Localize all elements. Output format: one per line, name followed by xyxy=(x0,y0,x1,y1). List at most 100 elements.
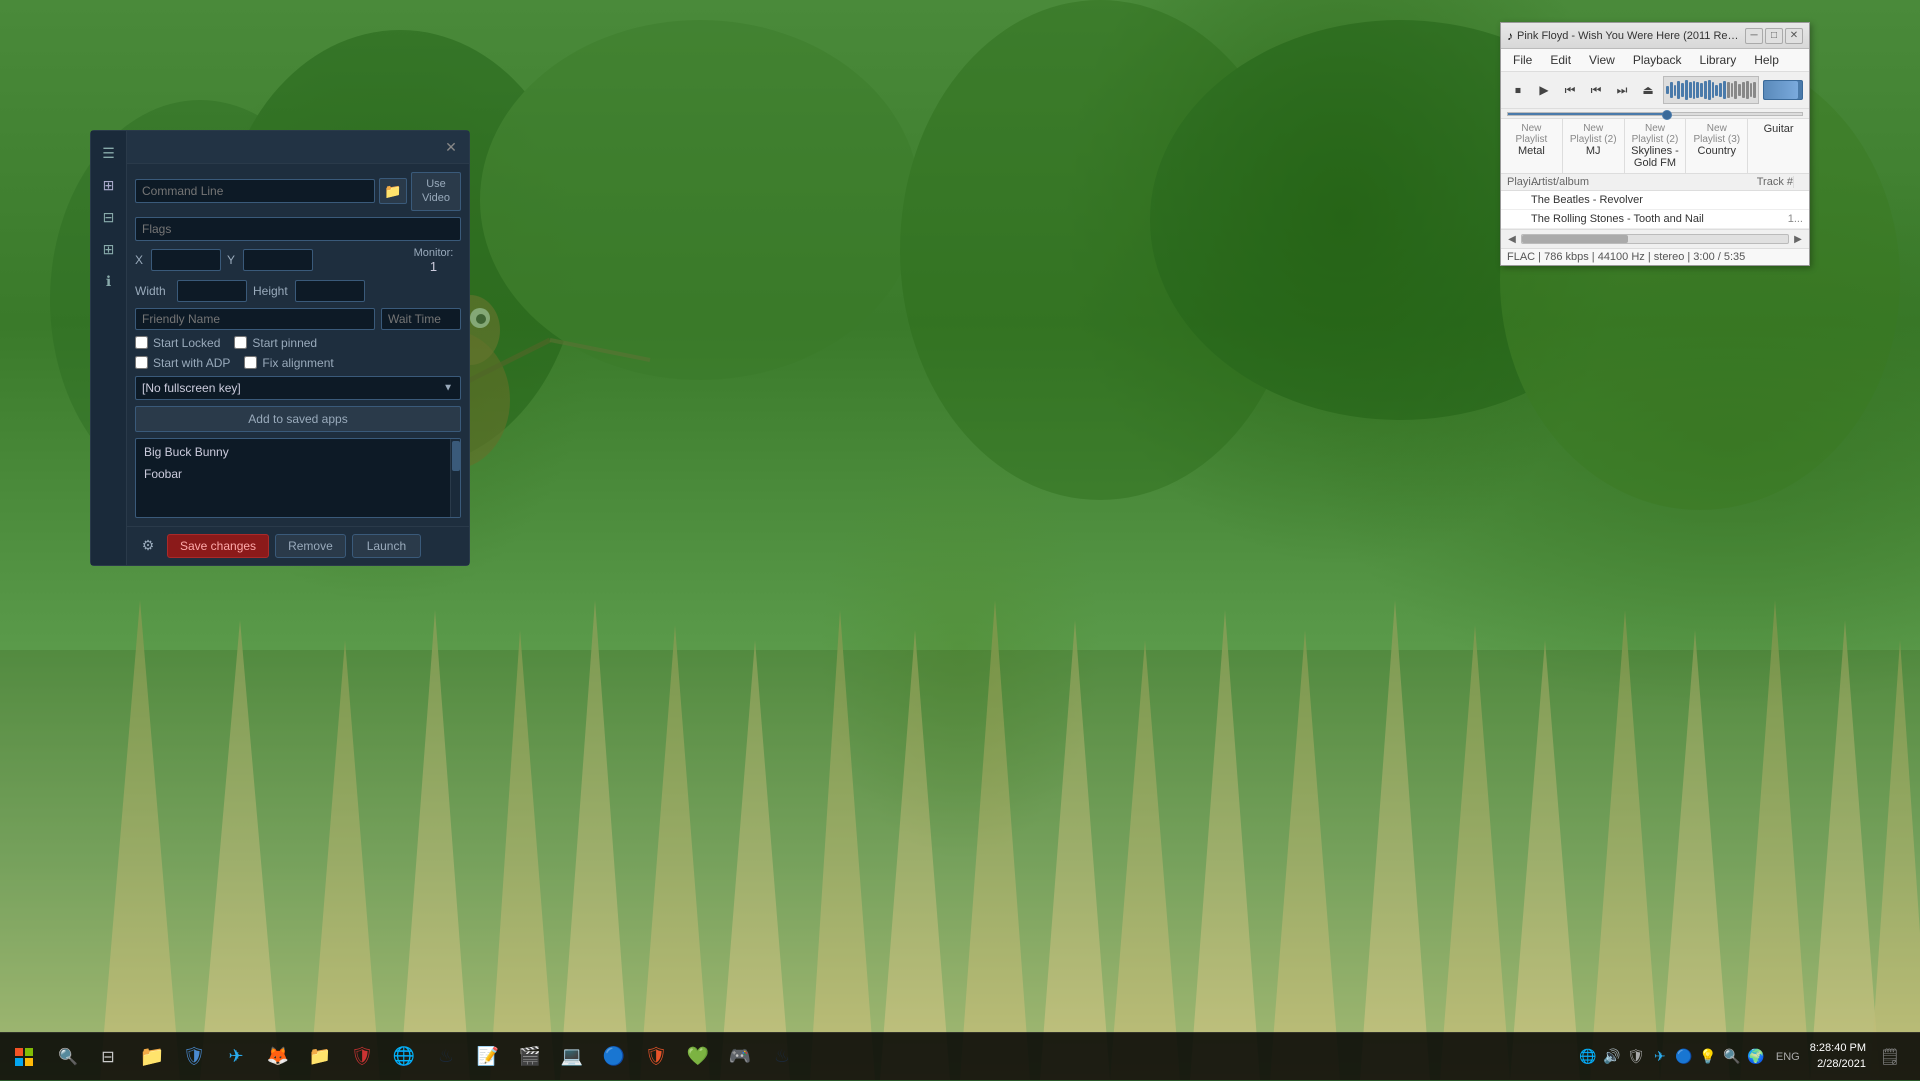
tray-msg-icon[interactable]: ✈ xyxy=(1650,1047,1670,1067)
y-input[interactable] xyxy=(243,249,313,271)
taskbar-icon-folder[interactable]: 📁 xyxy=(300,1037,340,1077)
command-line-input[interactable] xyxy=(135,179,375,203)
taskbar-icon-file-explorer[interactable]: 📁 xyxy=(132,1037,172,1077)
tray-shield-icon[interactable]: 🛡 xyxy=(1626,1047,1646,1067)
player-menu-playback[interactable]: Playback xyxy=(1625,51,1690,69)
playlist-tab-guitar[interactable]: Guitar xyxy=(1748,119,1809,173)
taskbar-icon-telegram[interactable]: ✈ xyxy=(216,1037,256,1077)
sidebar-settings-btn[interactable]: ⊞ xyxy=(94,235,124,263)
apps-list-scrollbar[interactable] xyxy=(450,439,460,517)
playlist-tab-metal[interactable]: New Playlist Metal xyxy=(1501,119,1563,173)
track-list-scrollbar[interactable] xyxy=(1793,176,1803,188)
tray-earth-icon[interactable]: 🌍 xyxy=(1746,1047,1766,1067)
sidebar-info-btn[interactable]: ℹ xyxy=(94,267,124,295)
panel-close-btn[interactable]: ✕ xyxy=(441,137,461,157)
taskbar-search-btn[interactable]: 🔍 xyxy=(48,1037,88,1077)
wave-seg xyxy=(1712,82,1715,97)
taskbar-icon-shield2[interactable]: 🛡 xyxy=(342,1037,382,1077)
tray-vpn-icon[interactable]: 🔵 xyxy=(1674,1047,1694,1067)
play-button[interactable]: ▶ xyxy=(1533,80,1555,100)
start-pinned-input[interactable] xyxy=(234,336,247,349)
fix-alignment-checkbox[interactable]: Fix alignment xyxy=(244,356,333,370)
stop-button[interactable]: ⏹ xyxy=(1507,80,1529,100)
taskbar-icon-steam2[interactable]: ♨ xyxy=(762,1037,802,1077)
player-menu-edit[interactable]: Edit xyxy=(1542,51,1579,69)
player-menu-view[interactable]: View xyxy=(1581,51,1623,69)
taskbar-icon-video[interactable]: 🎬 xyxy=(510,1037,550,1077)
prev-track-button[interactable]: ⏮ xyxy=(1585,80,1607,100)
player-menu-library[interactable]: Library xyxy=(1692,51,1745,69)
start-locked-checkbox[interactable]: Start Locked xyxy=(135,336,220,350)
panel-main-content: ✕ 📁 Use Video X xyxy=(127,131,469,565)
scroll-left-arrow[interactable]: ◀ xyxy=(1505,232,1519,246)
taskbar-icon-game[interactable]: 🎮 xyxy=(720,1037,760,1077)
remove-button[interactable]: Remove xyxy=(275,534,346,558)
waveform-bar[interactable] xyxy=(1663,76,1759,104)
app-item-foobar[interactable]: Foobar xyxy=(136,463,460,485)
wave-seg xyxy=(1715,85,1718,96)
taskbar-icon-green[interactable]: 💚 xyxy=(678,1037,718,1077)
wait-time-input[interactable] xyxy=(381,308,461,330)
browse-button[interactable]: 📁 xyxy=(379,178,407,204)
fullscreen-key-row: [No fullscreen key] ▼ xyxy=(135,376,461,400)
taskbar-icon-word[interactable]: 📝 xyxy=(468,1037,508,1077)
sidebar-menu-btn[interactable]: ☰ xyxy=(94,139,124,167)
height-input[interactable] xyxy=(295,280,365,302)
start-button[interactable] xyxy=(0,1033,48,1081)
taskbar-icon-steam[interactable]: ♨ xyxy=(426,1037,466,1077)
add-saved-apps-button[interactable]: Add to saved apps xyxy=(135,406,461,432)
language-indicator[interactable]: ENG xyxy=(1772,1051,1804,1063)
tray-sound-icon[interactable]: 🔊 xyxy=(1602,1047,1622,1067)
next-button[interactable]: ⏭ xyxy=(1611,80,1633,100)
start-locked-input[interactable] xyxy=(135,336,148,349)
launch-button[interactable]: Launch xyxy=(352,534,421,558)
notifications-button[interactable]: 🗒 xyxy=(1872,1039,1908,1075)
player-menu-file[interactable]: File xyxy=(1505,51,1540,69)
sidebar-apps-btn[interactable]: ⊞ xyxy=(94,171,124,199)
taskbar-clock[interactable]: 8:28:40 PM 2/28/2021 xyxy=(1810,1041,1866,1072)
taskbar-icon-terminal[interactable]: 💻 xyxy=(552,1037,592,1077)
tray-bulb-icon[interactable]: 💡 xyxy=(1698,1047,1718,1067)
horizontal-scrollbar[interactable] xyxy=(1521,234,1789,244)
taskbar-icon-proton[interactable]: 🛡 xyxy=(636,1037,676,1077)
playlist-tab-mj[interactable]: New Playlist (2) MJ xyxy=(1563,119,1625,173)
playlist-tab-country[interactable]: New Playlist (3) Country xyxy=(1686,119,1748,173)
start-pinned-checkbox[interactable]: Start pinned xyxy=(234,336,317,350)
start-adp-checkbox[interactable]: Start with ADP xyxy=(135,356,230,370)
playlist-tab-skylines[interactable]: New Playlist (2) Skylines - Gold FM xyxy=(1625,119,1687,173)
taskbar-icon-ps[interactable]: 🔵 xyxy=(594,1037,634,1077)
progress-thumb xyxy=(1662,110,1672,120)
volume-control[interactable] xyxy=(1763,80,1803,100)
track-row-beatles[interactable]: The Beatles - Revolver xyxy=(1501,191,1809,210)
player-menu-help[interactable]: Help xyxy=(1746,51,1787,69)
sidebar-display-btn[interactable]: ⊟ xyxy=(94,203,124,231)
col-artist: Artist/album xyxy=(1531,176,1733,188)
taskbar-icon-shield[interactable]: 🛡 xyxy=(174,1037,214,1077)
track-row-rolling-stones[interactable]: The Rolling Stones - Tooth and Nail 1... xyxy=(1501,210,1809,229)
start-adp-input[interactable] xyxy=(135,356,148,369)
scroll-right-arrow[interactable]: ▶ xyxy=(1791,232,1805,246)
prev-button[interactable]: ⏮ xyxy=(1559,80,1581,100)
fix-alignment-input[interactable] xyxy=(244,356,257,369)
tray-network-icon[interactable]: 🌐 xyxy=(1578,1047,1598,1067)
save-changes-button[interactable]: Save changes xyxy=(167,534,269,558)
x-input[interactable] xyxy=(151,249,221,271)
fullscreen-key-select[interactable]: [No fullscreen key] xyxy=(135,376,461,400)
taskbar-icon-edge[interactable]: 🌐 xyxy=(384,1037,424,1077)
app-item-big-buck-bunny[interactable]: Big Buck Bunny xyxy=(136,441,460,463)
tray-search-icon[interactable]: 🔍 xyxy=(1722,1047,1742,1067)
player-close-btn[interactable]: ✕ xyxy=(1785,28,1803,44)
taskbar-taskview-btn[interactable]: ⊟ xyxy=(88,1037,128,1077)
flags-input[interactable] xyxy=(135,217,461,241)
progress-container[interactable] xyxy=(1663,76,1759,104)
use-video-button[interactable]: Use Video xyxy=(411,172,461,211)
start-adp-label: Start with ADP xyxy=(153,356,230,370)
taskbar-icon-firefox[interactable]: 🦊 xyxy=(258,1037,298,1077)
settings-icon-button[interactable]: ⚙ xyxy=(135,533,161,559)
progress-track[interactable] xyxy=(1507,112,1803,116)
width-input[interactable] xyxy=(177,280,247,302)
extra-button[interactable]: ⏏ xyxy=(1637,80,1659,100)
player-maximize-btn[interactable]: □ xyxy=(1765,28,1783,44)
friendly-name-input[interactable] xyxy=(135,308,375,330)
player-minimize-btn[interactable]: ─ xyxy=(1745,28,1763,44)
